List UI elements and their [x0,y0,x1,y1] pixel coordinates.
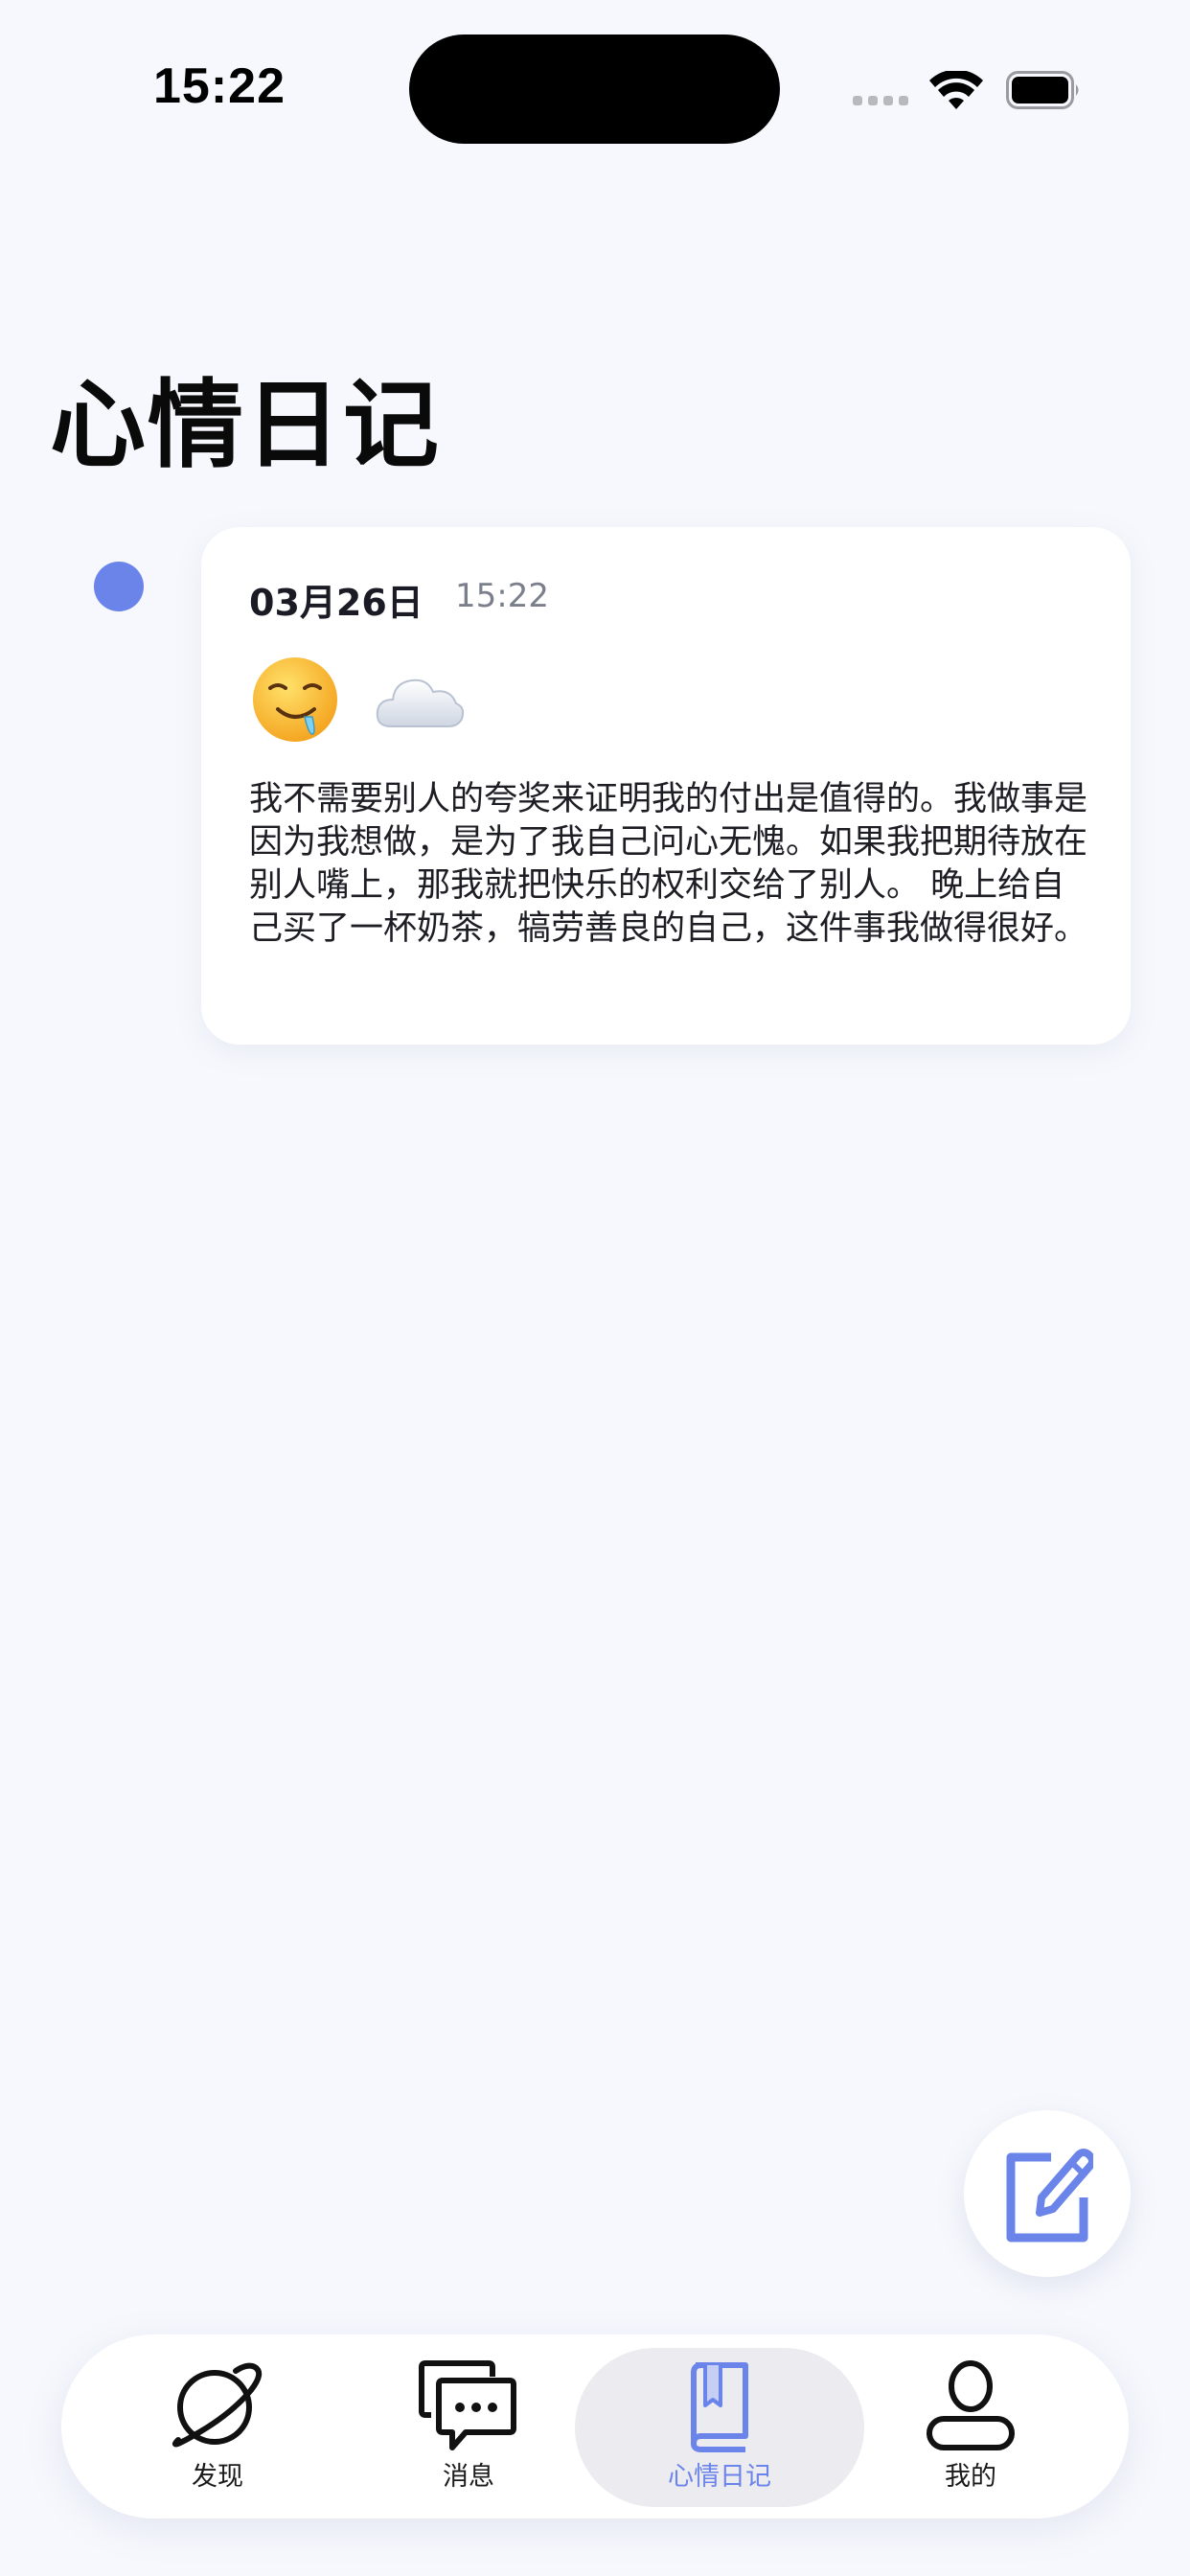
tab-profile[interactable]: 我的 [846,2334,1095,2518]
book-icon [691,2362,748,2452]
cellular-signal-icon [853,96,912,109]
tab-label: 发现 [192,2462,243,2492]
person-icon [927,2360,1015,2450]
tab-discover[interactable]: 发现 [93,2334,342,2518]
dynamic-island [409,34,780,144]
tab-label: 消息 [443,2462,494,2492]
tab-messages[interactable]: 消息 [344,2334,593,2518]
new-entry-button[interactable] [964,2110,1131,2277]
timeline-dot [94,562,144,611]
diary-entry-card[interactable]: 03月26日 15:22 我不需要别人的夸奖来证明我的付出是值得的。我做事是因为… [201,527,1131,1045]
tab-label: 我的 [945,2462,996,2492]
edit-icon [1006,2149,1093,2242]
entry-date: 03月26日 [249,582,423,624]
status-time: 15:22 [153,58,286,114]
page-title: 心情日记 [50,369,441,481]
battery-icon [1006,71,1079,109]
tab-mood-diary[interactable]: 心情日记 [595,2334,844,2518]
tab-label: 心情日记 [668,2462,771,2492]
tab-bar: 发现 消息 心情日记 我的 [61,2334,1129,2518]
entry-time: 15:22 [455,577,549,615]
planet-icon [172,2362,263,2448]
cloud-emoji-icon [376,678,465,727]
drooling-face-emoji-icon [253,657,337,742]
wifi-icon [929,71,983,109]
chat-bubbles-icon [419,2360,516,2450]
entry-text: 我不需要别人的夸奖来证明我的付出是值得的。我做事是因为我想做，是为了我自己问心无… [249,780,1088,948]
